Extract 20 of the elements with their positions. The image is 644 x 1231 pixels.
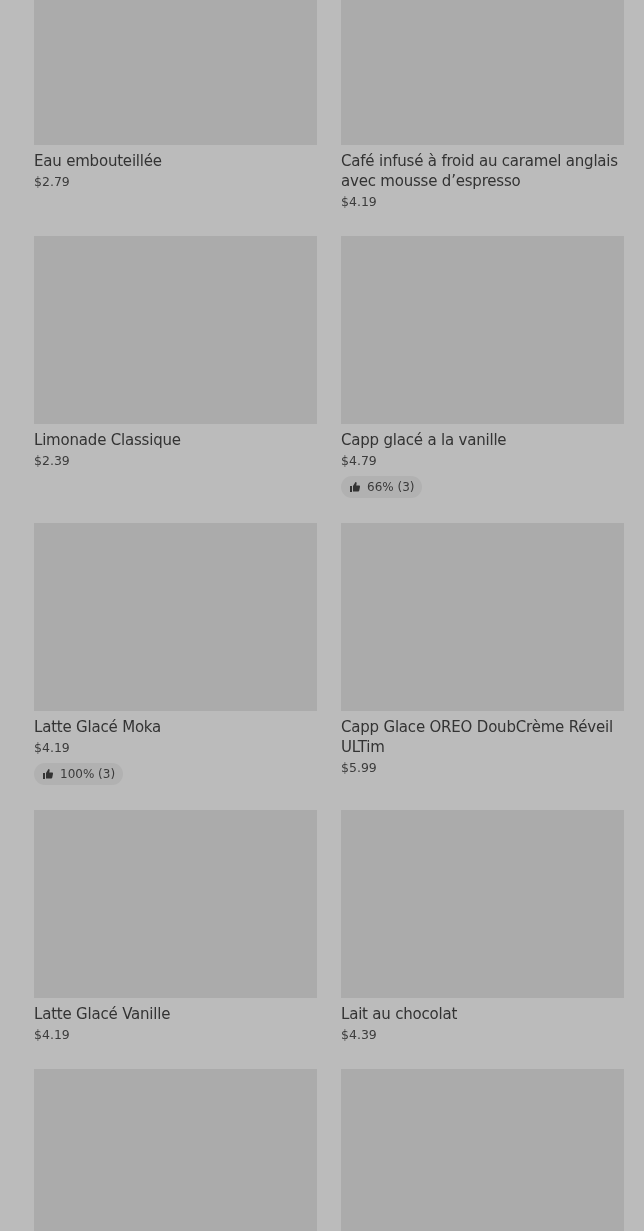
product-price: $2.79 (34, 173, 70, 191)
product-price: $4.19 (341, 193, 377, 211)
product-name: Café infusé à froid au caramel anglais avec mousse d’espresso (341, 151, 619, 191)
product-price: $2.39 (34, 452, 70, 470)
product-price: $4.19 (34, 739, 70, 757)
thumbs-up-icon (349, 481, 361, 493)
product-price: $4.79 (341, 452, 377, 470)
product-price: $4.39 (341, 1026, 377, 1044)
rating-text: 100% (3) (60, 767, 116, 781)
thumbs-up-icon (42, 768, 54, 780)
product-price: $5.99 (341, 759, 377, 777)
product-name: Latte Glacé Moka (34, 717, 162, 737)
product-name: Eau embouteillée (34, 151, 162, 171)
rating-text: 66% (3) (367, 480, 415, 494)
product-name: Capp Glace OREO DoubCrème Réveil ULTim (341, 717, 614, 757)
product-name: Lait au chocolat (341, 1004, 458, 1024)
product-name: Capp glacé a la vanille (341, 430, 507, 450)
product-price: $4.19 (34, 1026, 70, 1044)
product-name: Limonade Classique (34, 430, 181, 450)
product-name: Latte Glacé Vanille (34, 1004, 171, 1024)
